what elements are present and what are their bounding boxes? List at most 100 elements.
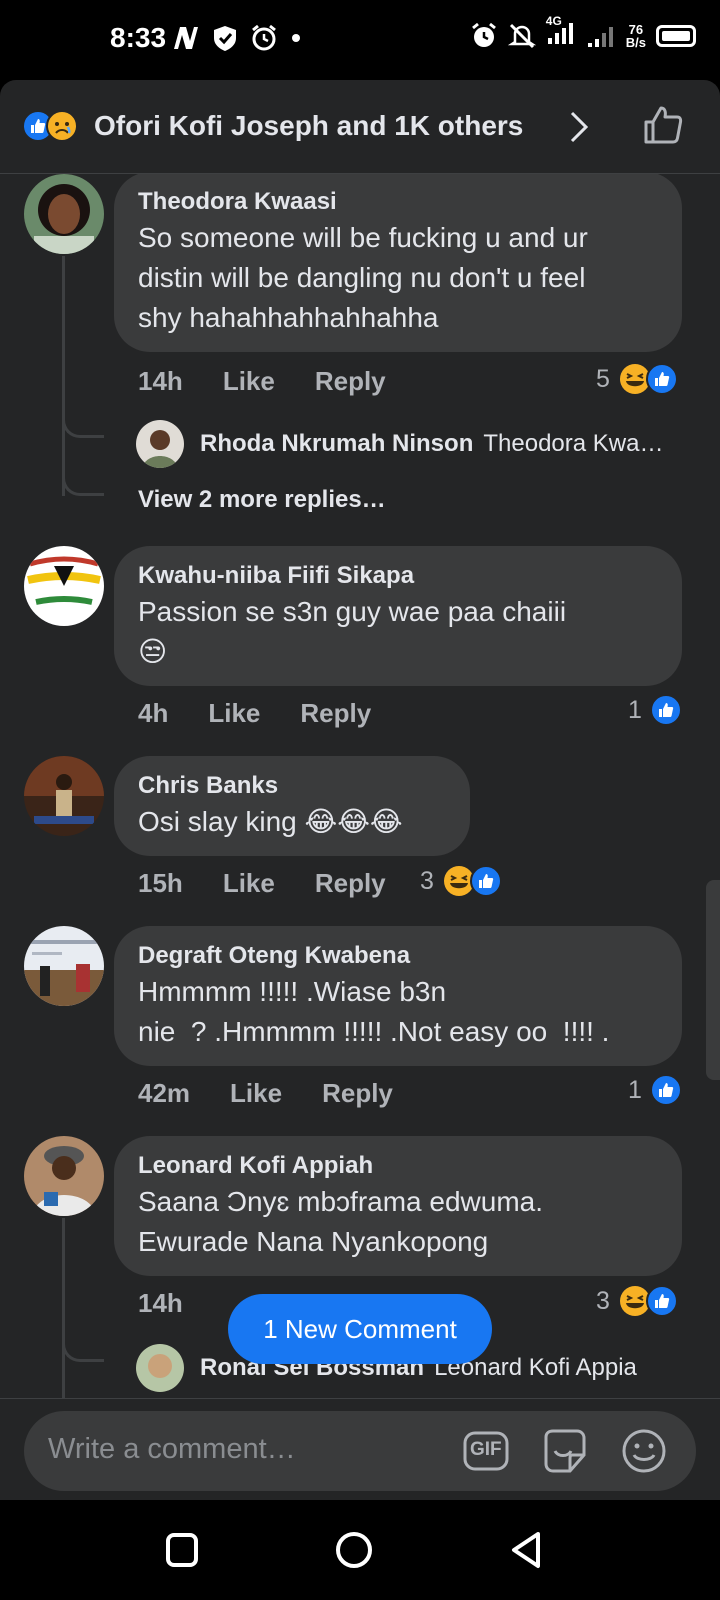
- like-link[interactable]: Like: [223, 366, 275, 397]
- sad-reaction-icon: [46, 110, 78, 142]
- comment-text-line: Passion se s3n guy wae paa chaiii: [138, 596, 567, 627]
- new-comment-button[interactable]: 1 New Comment: [228, 1294, 492, 1364]
- emoji-icon[interactable]: [620, 1427, 668, 1475]
- reply-avatar[interactable]: [136, 420, 184, 468]
- comment-actions: 42m Like Reply: [138, 1078, 433, 1109]
- status-left-icons: [172, 24, 302, 52]
- reply-link[interactable]: Reply: [322, 1078, 393, 1109]
- comment-text-line: Hmmmm !!!!! .Wiase b3n: [138, 976, 447, 1007]
- comment-time: 4h: [138, 698, 169, 728]
- reply-preview-text: Theodora Kwa…: [483, 430, 664, 457]
- like-reaction-icon: [649, 694, 682, 726]
- chevron-right-icon[interactable]: [568, 110, 590, 144]
- comment-bubble[interactable]: Leonard Kofi Appiah Saana Ɔnyɛ mbɔframa …: [114, 1136, 682, 1276]
- comment-author[interactable]: Kwahu-niiba Fiifi Sikapa: [138, 560, 658, 592]
- comment-author[interactable]: Chris Banks: [138, 770, 446, 802]
- comment-bubble[interactable]: Kwahu-niiba Fiifi Sikapa Passion se s3n …: [114, 546, 682, 686]
- reaction-number: 3: [596, 1286, 610, 1315]
- like-link[interactable]: Like: [230, 1078, 282, 1109]
- like-reaction-icon: [469, 865, 502, 897]
- comment-text-line: Saana Ɔnyɛ mbɔframa edwuma.: [138, 1186, 544, 1217]
- like-link[interactable]: Like: [208, 698, 260, 729]
- comment-bubble[interactable]: Chris Banks Osi slay king 😂😂😂: [114, 756, 470, 856]
- avatar[interactable]: [24, 926, 104, 1006]
- header-reaction-icons: [22, 110, 78, 142]
- system-nav-bar: [0, 1500, 720, 1600]
- network-speed: 76 B/s: [626, 23, 646, 49]
- network-type: 4G: [545, 14, 562, 28]
- gif-label: GIF: [470, 1439, 502, 1460]
- reaction-count[interactable]: 1: [628, 1074, 682, 1106]
- comment-author[interactable]: Degraft Oteng Kwabena: [138, 940, 658, 972]
- comment-composer: Write a comment… GIF: [0, 1398, 720, 1500]
- reply-avatar[interactable]: [136, 1344, 184, 1392]
- comment-actions: 14h: [138, 1288, 223, 1319]
- view-more-replies[interactable]: View 2 more replies…: [138, 486, 386, 514]
- reply-link[interactable]: Reply: [300, 698, 371, 729]
- reactions-header[interactable]: Ofori Kofi Joseph and 1K others: [0, 80, 720, 174]
- comment-text-line: Ewurade Nana Nyankopong: [138, 1226, 489, 1257]
- reaction-count[interactable]: 1: [628, 694, 682, 726]
- avatar[interactable]: [24, 756, 104, 836]
- reply-preview-row[interactable]: Rhoda Nkrumah Ninson Theodora Kwa…: [136, 420, 684, 468]
- like-reaction-icon: [645, 363, 678, 395]
- signal-2-icon: [587, 26, 613, 47]
- reply-link[interactable]: Reply: [315, 868, 386, 899]
- comment-actions: 15h Like Reply: [138, 868, 426, 899]
- reaction-number: 5: [596, 364, 610, 393]
- signal-4g: 4G: [546, 14, 576, 51]
- app-notification-icon: [174, 27, 198, 49]
- comment-bubble[interactable]: Theodora Kwaasi So someone will be fucki…: [114, 174, 682, 352]
- comment-author[interactable]: Leonard Kofi Appiah: [138, 1150, 658, 1182]
- comments-list[interactable]: Theodora Kwaasi So someone will be fucki…: [0, 174, 720, 1478]
- like-link[interactable]: Like: [223, 868, 275, 899]
- battery-icon: [656, 24, 696, 47]
- back-button[interactable]: [506, 1530, 546, 1570]
- reply-link[interactable]: Reply: [315, 366, 386, 397]
- thread-connector: [62, 1318, 104, 1362]
- scrollbar[interactable]: [706, 880, 720, 1080]
- like-reaction-icon: [645, 1285, 678, 1317]
- mute-bell-icon: [507, 23, 536, 48]
- status-time: 8:33: [110, 22, 167, 53]
- reaction-count[interactable]: 5: [596, 362, 678, 396]
- comment-time: 14h: [138, 366, 183, 396]
- comment-input[interactable]: Write a comment… GIF: [24, 1411, 696, 1491]
- like-reaction-icon: [649, 1074, 682, 1106]
- reply-author[interactable]: Rhoda Nkrumah Ninson: [200, 430, 473, 458]
- avatar[interactable]: [24, 174, 104, 254]
- dot-icon: [292, 34, 300, 42]
- comment-author[interactable]: Theodora Kwaasi: [138, 186, 658, 218]
- home-button[interactable]: [334, 1530, 374, 1570]
- status-right-icons: 4G 76 B/s: [470, 14, 696, 51]
- alarm-icon: [471, 22, 496, 47]
- alarm-clock-icon: [252, 24, 276, 51]
- reaction-number: 1: [628, 695, 642, 724]
- comment-actions: 4h Like Reply: [138, 698, 411, 729]
- comment-text-line: distin will be dangling nu don't u feel: [138, 262, 586, 293]
- sticker-icon[interactable]: [540, 1427, 590, 1475]
- like-post-button[interactable]: [642, 104, 684, 146]
- comment-text-line: Osi slay king 😂😂😂: [138, 806, 403, 837]
- thread-connector: [62, 394, 104, 438]
- comment-time: 14h: [138, 1288, 183, 1318]
- speed-unit: B/s: [625, 34, 646, 50]
- comments-sheet: Ofori Kofi Joseph and 1K others Theodora…: [0, 80, 720, 1500]
- recent-apps-button[interactable]: [164, 1530, 200, 1570]
- speed-value: 76: [628, 21, 644, 37]
- comment-time: 42m: [138, 1078, 191, 1108]
- comment-emoji-line: 😒: [138, 636, 168, 667]
- comment-text-line: nie ? .Hmmmm !!!!! .Not easy oo !!!! .: [138, 1016, 610, 1047]
- reaction-number: 3: [420, 866, 434, 895]
- avatar[interactable]: [24, 1136, 104, 1216]
- comment-actions: 14h Like Reply: [138, 366, 426, 397]
- reaction-count[interactable]: 3: [596, 1284, 678, 1318]
- reactions-summary: Ofori Kofi Joseph and 1K others: [94, 110, 524, 141]
- comment-bubble[interactable]: Degraft Oteng Kwabena Hmmmm !!!!! .Wiase…: [114, 926, 682, 1066]
- thread-connector: [62, 450, 104, 496]
- comment-time: 15h: [138, 868, 183, 898]
- avatar[interactable]: [24, 546, 104, 626]
- reaction-count[interactable]: 3: [420, 864, 502, 898]
- status-bar: 8:33 4G 76 B/s: [0, 0, 720, 80]
- comment-text-line: shy hahahhahhahhahha: [138, 302, 439, 333]
